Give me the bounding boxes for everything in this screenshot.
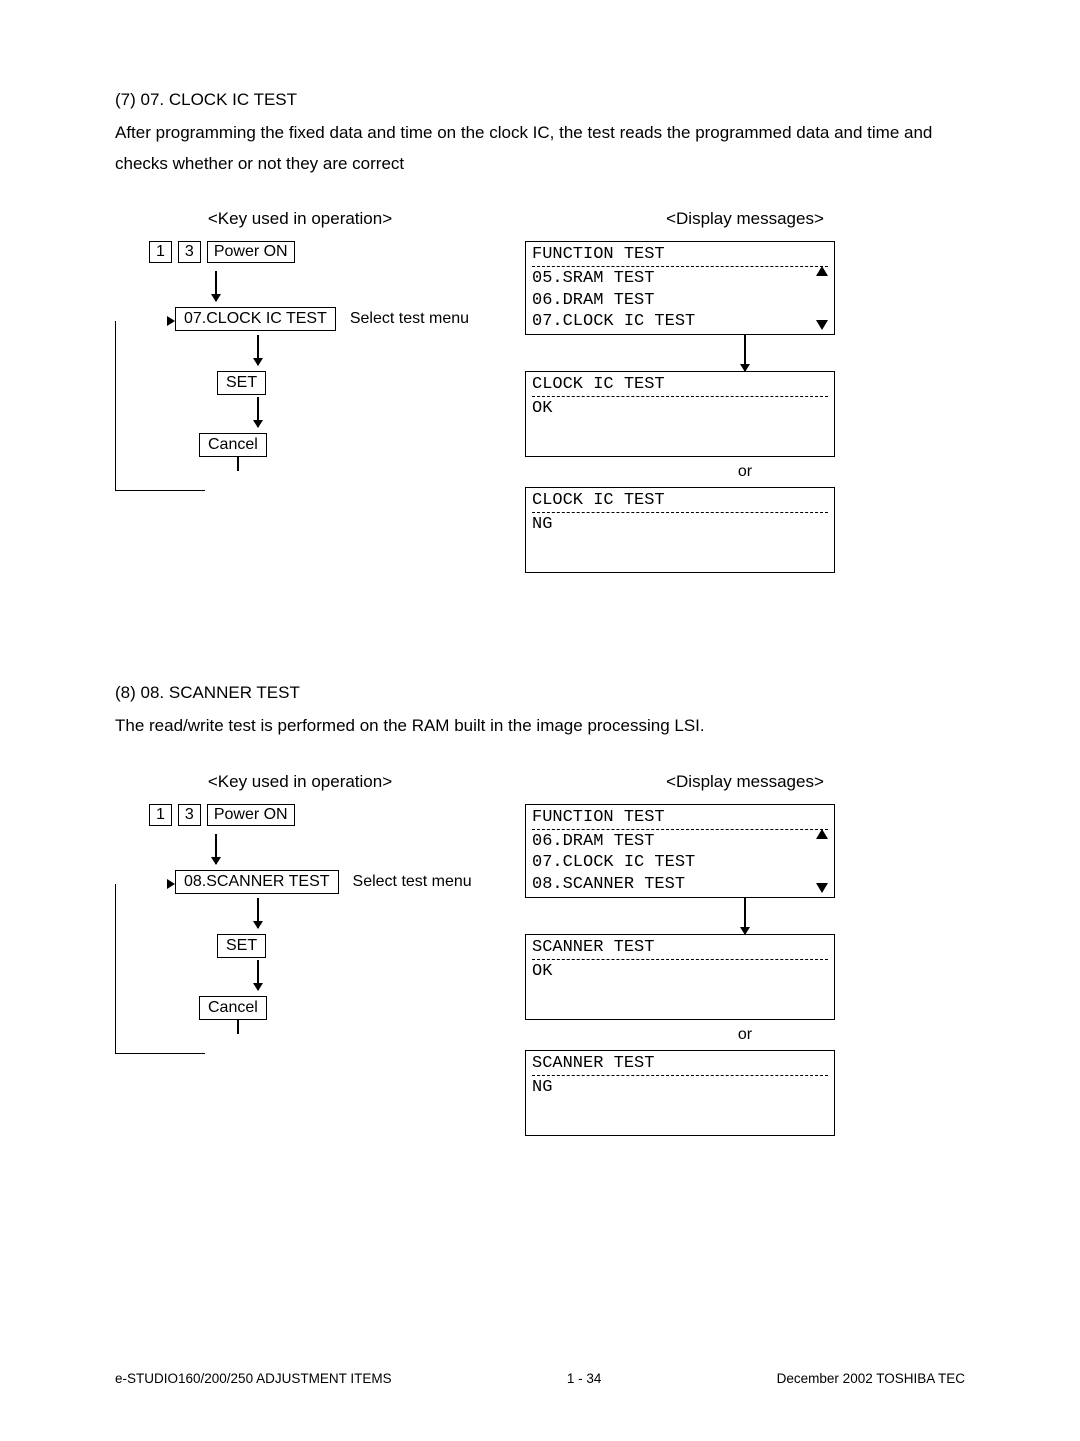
select-test-menu-label: Select test menu <box>350 310 469 328</box>
display-line: 06.DRAM TEST <box>532 831 828 852</box>
arrow-down-icon <box>257 397 259 427</box>
arrow-right-icon <box>167 879 175 889</box>
footer-center: 1 - 34 <box>567 1371 602 1386</box>
display-line: 06.DRAM TEST <box>532 290 828 311</box>
scroll-down-icon <box>816 883 828 893</box>
dashed-divider <box>532 959 828 960</box>
scroll-up-icon <box>816 829 828 839</box>
display-result-ok: CLOCK IC TEST OK <box>525 371 835 457</box>
dashed-divider <box>532 829 828 830</box>
connector-line <box>115 1053 205 1054</box>
connector-line <box>744 335 746 353</box>
scroll-up-icon <box>816 266 828 276</box>
display-line: OK <box>532 961 828 982</box>
display-result-ng: CLOCK IC TEST NG <box>525 487 835 573</box>
dashed-divider <box>532 396 828 397</box>
footer-left: e-STUDIO160/200/250 ADJUSTMENT ITEMS <box>115 1371 392 1386</box>
step-cancel-box: Cancel <box>199 996 267 1020</box>
page-footer: e-STUDIO160/200/250 ADJUSTMENT ITEMS 1 -… <box>115 1371 965 1386</box>
scroll-down-icon <box>816 320 828 330</box>
section7-heading: (7) 07. CLOCK IC TEST <box>115 90 965 110</box>
display-line: FUNCTION TEST <box>532 244 828 265</box>
section7-body: After programming the fixed data and tim… <box>115 118 965 179</box>
key-1: 1 <box>149 804 172 826</box>
display-line: NG <box>532 1077 828 1098</box>
section8-body: The read/write test is performed on the … <box>115 711 965 742</box>
arrow-right-icon <box>167 316 175 326</box>
step-set-box: SET <box>217 934 266 958</box>
return-line <box>115 884 175 1054</box>
section8-left-header: <Key used in operation> <box>115 772 485 792</box>
display-result-ng: SCANNER TEST NG <box>525 1050 835 1136</box>
display-line: 05.SRAM TEST <box>532 268 828 289</box>
arrow-down-icon <box>744 916 746 934</box>
display-line: CLOCK IC TEST <box>532 374 828 395</box>
display-line: NG <box>532 514 828 535</box>
section7-left-header: <Key used in operation> <box>115 209 485 229</box>
step-cancel-box: Cancel <box>199 433 267 457</box>
display-line: 07.CLOCK IC TEST <box>532 852 828 873</box>
arrow-down-icon <box>215 271 217 301</box>
display-line: SCANNER TEST <box>532 937 828 958</box>
section8-heading: (8) 08. SCANNER TEST <box>115 683 965 703</box>
arrow-down-icon <box>257 335 259 365</box>
key-power-on: Power ON <box>207 241 295 263</box>
display-line: SCANNER TEST <box>532 1053 828 1074</box>
key-1: 1 <box>149 241 172 263</box>
footer-right: December 2002 TOSHIBA TEC <box>777 1371 965 1386</box>
display-menu: FUNCTION TEST 05.SRAM TEST 06.DRAM TEST … <box>525 241 835 335</box>
return-line <box>115 321 175 491</box>
arrow-down-icon <box>215 834 217 864</box>
display-line: 07.CLOCK IC TEST <box>532 311 828 332</box>
section7-right-header: <Display messages> <box>525 209 965 229</box>
step-menu-box: 07.CLOCK IC TEST <box>175 307 336 331</box>
dashed-divider <box>532 266 828 267</box>
step-set-box: SET <box>217 371 266 395</box>
section8-right-header: <Display messages> <box>525 772 965 792</box>
key-3: 3 <box>178 804 201 826</box>
connector-line <box>237 457 239 471</box>
select-test-menu-label: Select test menu <box>353 873 472 891</box>
connector-line <box>115 490 205 491</box>
display-result-ok: SCANNER TEST OK <box>525 934 835 1020</box>
connector-line <box>744 898 746 916</box>
dashed-divider <box>532 1075 828 1076</box>
or-label: or <box>525 1026 965 1044</box>
display-line: 08.SCANNER TEST <box>532 874 828 895</box>
connector-line <box>237 1020 239 1034</box>
display-line: OK <box>532 398 828 419</box>
display-line: FUNCTION TEST <box>532 807 828 828</box>
key-power-on: Power ON <box>207 804 295 826</box>
display-line: CLOCK IC TEST <box>532 490 828 511</box>
key-3: 3 <box>178 241 201 263</box>
dashed-divider <box>532 512 828 513</box>
arrow-down-icon <box>744 353 746 371</box>
display-menu: FUNCTION TEST 06.DRAM TEST 07.CLOCK IC T… <box>525 804 835 898</box>
arrow-down-icon <box>257 898 259 928</box>
arrow-down-icon <box>257 960 259 990</box>
or-label: or <box>525 463 965 481</box>
step-menu-box: 08.SCANNER TEST <box>175 870 339 894</box>
